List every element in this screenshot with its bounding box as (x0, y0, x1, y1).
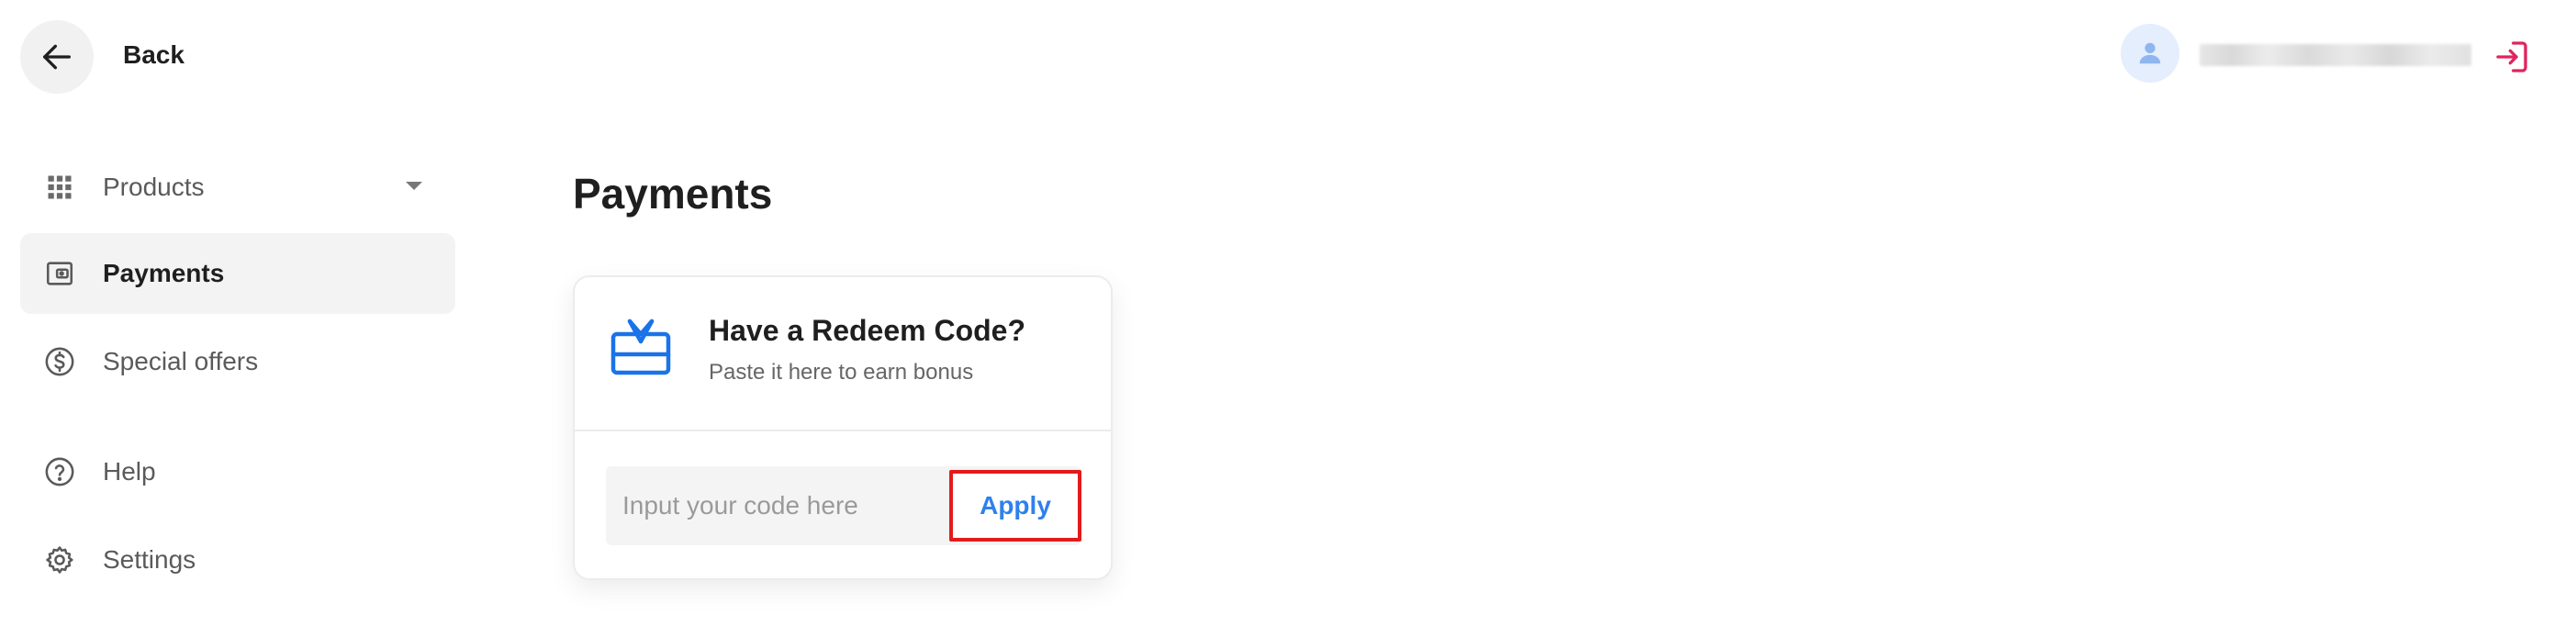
sidebar-item-products[interactable]: Products (20, 147, 455, 228)
user-icon (2139, 42, 2161, 64)
dollar-circle-icon (42, 344, 77, 379)
apply-button[interactable]: Apply (949, 470, 1081, 542)
help-circle-icon (42, 454, 77, 489)
logout-icon (2496, 41, 2527, 73)
gift-card-icon (610, 318, 671, 375)
back-button[interactable] (20, 20, 94, 94)
sidebar-item-special-offers[interactable]: Special offers (20, 321, 455, 402)
arrow-left-icon (43, 44, 72, 70)
redeem-subheading: Paste it here to earn bonus (709, 360, 974, 385)
sidebar-item-payments[interactable]: Payments (20, 233, 455, 314)
sidebar-item-settings[interactable]: Settings (20, 520, 455, 600)
payments-page: Back Products Payments Special offers He… (0, 0, 2576, 637)
logout-button[interactable] (2492, 37, 2532, 77)
back-label[interactable]: Back (123, 40, 185, 70)
redeem-code-input[interactable] (606, 466, 946, 545)
card-divider (575, 430, 1111, 431)
gear-icon (42, 542, 77, 577)
sidebar-item-label: Payments (103, 259, 225, 287)
redeem-heading: Have a Redeem Code? (709, 314, 1026, 347)
chevron-down-icon[interactable] (406, 182, 422, 190)
avatar[interactable] (2121, 24, 2179, 83)
redeem-code-form: Apply (606, 466, 1081, 545)
sidebar-item-label: Help (103, 457, 156, 486)
redeem-code-card: Have a Redeem Code? Paste it here to ear… (573, 275, 1113, 580)
sidebar-item-label: Settings (103, 545, 196, 574)
redeem-card-header: Have a Redeem Code? Paste it here to ear… (575, 277, 1111, 430)
sidebar-item-label: Special offers (103, 347, 259, 375)
user-name-redacted (2200, 44, 2471, 66)
wallet-icon (42, 256, 77, 291)
sidebar-item-label: Products (103, 173, 205, 201)
grid-icon (42, 170, 77, 205)
sidebar-item-help[interactable]: Help (20, 431, 455, 512)
page-title: Payments (573, 170, 773, 218)
